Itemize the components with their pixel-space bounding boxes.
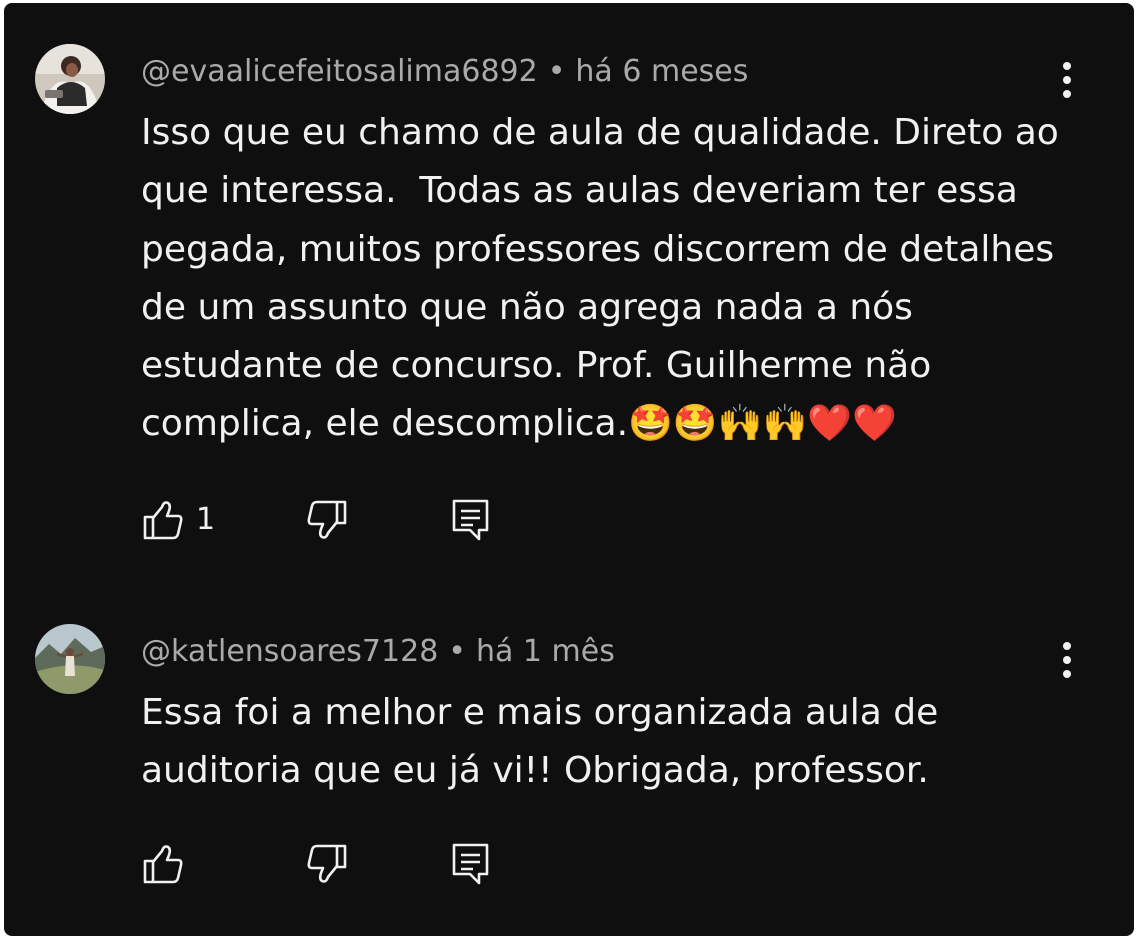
comment-meta: @evaalicefeitosalima6892 • há 6 meses xyxy=(141,51,748,93)
meta-separator: • xyxy=(547,54,566,89)
more-vertical-icon[interactable] xyxy=(1055,60,1079,100)
author-handle[interactable]: @evaalicefeitosalima6892 xyxy=(141,54,538,89)
reply-comment-icon xyxy=(452,499,489,541)
reply-button[interactable] xyxy=(449,497,495,543)
comment-time: há 6 meses xyxy=(575,54,749,89)
like-count: 1 xyxy=(196,502,216,537)
dislike-button[interactable] xyxy=(303,497,349,543)
thumbs-down-icon xyxy=(307,500,347,539)
more-vertical-icon[interactable] xyxy=(1055,640,1079,680)
comment-time: há 1 mês xyxy=(475,634,615,669)
comments-panel: @evaalicefeitosalima6892 • há 6 meses Isso… xyxy=(4,3,1134,936)
like-button[interactable]: 1 xyxy=(141,497,261,543)
author-handle[interactable]: @katlensoares7128 xyxy=(141,634,438,669)
comment-text: Isso que eu chamo de aula de qualidade. … xyxy=(141,112,1071,445)
comment-text: Essa foi a melhor e mais organizada aula… xyxy=(141,692,950,792)
thumbs-up-icon xyxy=(143,845,183,884)
like-button[interactable] xyxy=(141,841,261,887)
meta-separator: • xyxy=(448,634,466,669)
reply-comment-icon xyxy=(452,843,489,885)
thumbs-up-icon xyxy=(143,501,183,540)
thumbs-down-icon xyxy=(307,844,347,883)
reply-button[interactable] xyxy=(449,841,495,887)
avatar[interactable] xyxy=(35,624,105,694)
dislike-button[interactable] xyxy=(303,841,349,887)
comment-meta: @katlensoares7128 • há 1 mês xyxy=(141,631,615,673)
avatar[interactable] xyxy=(35,44,105,114)
